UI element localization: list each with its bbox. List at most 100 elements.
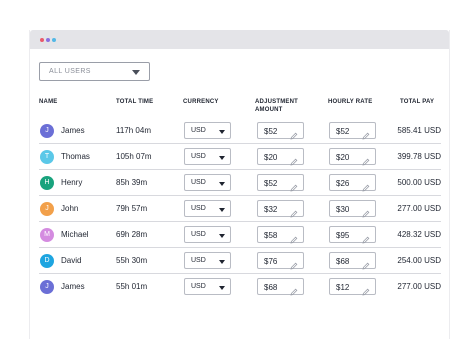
adjustment-amount-field[interactable]: $32 <box>257 200 304 218</box>
adjustment-amount-value: $52 <box>264 179 278 188</box>
total-time: 105h 07m <box>116 152 152 161</box>
currency-value: USD <box>191 257 206 264</box>
adjustment-amount-field[interactable]: $68 <box>257 278 304 296</box>
total-time: 55h 30m <box>116 256 148 265</box>
maximize-dot-icon[interactable] <box>52 38 56 42</box>
adjustment-amount-field[interactable]: $52 <box>257 122 304 140</box>
table-row: D David 55h 30m USD $76 $68 254.00 USD <box>39 248 441 274</box>
pencil-icon[interactable] <box>290 179 298 192</box>
currency-value: USD <box>191 153 206 160</box>
chevron-down-icon <box>219 208 225 212</box>
hourly-rate-field[interactable]: $95 <box>329 226 376 244</box>
total-pay: 277.00 USD <box>397 204 441 213</box>
adjustment-amount-field[interactable]: $76 <box>257 252 304 270</box>
total-pay: 500.00 USD <box>397 178 441 187</box>
hourly-rate-field[interactable]: $30 <box>329 200 376 218</box>
table-row: M Michael 69h 28m USD $58 $95 428.32 USD <box>39 222 441 248</box>
pencil-icon[interactable] <box>362 231 370 244</box>
avatar: J <box>40 124 54 138</box>
currency-value: USD <box>191 283 206 290</box>
pencil-icon[interactable] <box>362 179 370 192</box>
hourly-rate-value: $12 <box>336 283 350 292</box>
adjustment-amount-field[interactable]: $52 <box>257 174 304 192</box>
currency-select[interactable]: USD <box>184 122 231 139</box>
window-titlebar <box>30 30 449 49</box>
pencil-icon[interactable] <box>290 127 298 140</box>
user-name: David <box>61 256 82 265</box>
currency-select[interactable]: USD <box>184 200 231 217</box>
total-time: 85h 39m <box>116 178 148 187</box>
adjustment-amount-value: $20 <box>264 153 278 162</box>
pencil-icon[interactable] <box>290 283 298 296</box>
currency-select[interactable]: USD <box>184 148 231 165</box>
chevron-down-icon <box>219 130 225 134</box>
pencil-icon[interactable] <box>362 153 370 166</box>
adjustment-amount-value: $52 <box>264 127 278 136</box>
hourly-rate-value: $52 <box>336 127 350 136</box>
user-name: James <box>61 282 85 291</box>
total-pay: 277.00 USD <box>397 282 441 291</box>
header-total-time: TOTAL TIME <box>116 99 154 105</box>
total-time: 117h 04m <box>116 126 151 135</box>
hourly-rate-field[interactable]: $12 <box>329 278 376 296</box>
currency-select[interactable]: USD <box>184 226 231 243</box>
chevron-down-icon <box>219 286 225 290</box>
header-adjustment-line1: ADJUSTMENT <box>255 99 299 105</box>
hourly-rate-field[interactable]: $68 <box>329 252 376 270</box>
minimize-dot-icon[interactable] <box>46 38 50 42</box>
avatar: J <box>40 202 54 216</box>
hourly-rate-value: $26 <box>336 179 350 188</box>
currency-select[interactable]: USD <box>184 174 231 191</box>
hourly-rate-field[interactable]: $52 <box>329 122 376 140</box>
hourly-rate-value: $68 <box>336 257 350 266</box>
hourly-rate-value: $95 <box>336 231 350 240</box>
total-pay: 254.00 USD <box>397 256 441 265</box>
chevron-down-icon <box>219 182 225 186</box>
adjustment-amount-field[interactable]: $20 <box>257 148 304 166</box>
header-total-pay: TOTAL PAY <box>400 99 435 105</box>
avatar: T <box>40 150 54 164</box>
user-filter-value: ALL USERS <box>49 68 91 75</box>
pencil-icon[interactable] <box>290 257 298 270</box>
currency-value: USD <box>191 205 206 212</box>
pencil-icon[interactable] <box>362 257 370 270</box>
pencil-icon[interactable] <box>290 153 298 166</box>
user-name: Michael <box>61 230 89 239</box>
user-filter-select[interactable]: ALL USERS <box>39 62 150 81</box>
chevron-down-icon <box>219 260 225 264</box>
currency-value: USD <box>191 127 206 134</box>
pencil-icon[interactable] <box>290 231 298 244</box>
avatar: H <box>40 176 54 190</box>
pencil-icon[interactable] <box>290 205 298 218</box>
currency-select[interactable]: USD <box>184 278 231 295</box>
table-row: J James 117h 04m USD $52 $52 585.41 USD <box>39 118 441 144</box>
total-pay: 585.41 USD <box>397 126 441 135</box>
avatar: M <box>40 228 54 242</box>
chevron-down-icon <box>219 234 225 238</box>
table-row: J John 79h 57m USD $32 $30 277.00 USD <box>39 196 441 222</box>
avatar: D <box>40 254 54 268</box>
pencil-icon[interactable] <box>362 205 370 218</box>
total-time: 69h 28m <box>116 230 148 239</box>
user-name: James <box>61 126 85 135</box>
chevron-down-icon <box>132 70 140 75</box>
adjustment-amount-field[interactable]: $58 <box>257 226 304 244</box>
header-name: NAME <box>39 99 58 105</box>
app-window: ALL USERS NAME TOTAL TIME CURRENCY ADJUS… <box>29 30 450 339</box>
user-name: John <box>61 204 79 213</box>
header-currency: CURRENCY <box>183 99 219 105</box>
currency-select[interactable]: USD <box>184 252 231 269</box>
hourly-rate-value: $20 <box>336 153 350 162</box>
close-dot-icon[interactable] <box>40 38 44 42</box>
pencil-icon[interactable] <box>362 283 370 296</box>
hourly-rate-field[interactable]: $20 <box>329 148 376 166</box>
header-adjustment-line2: AMOUNT <box>255 107 283 113</box>
hourly-rate-field[interactable]: $26 <box>329 174 376 192</box>
adjustment-amount-value: $68 <box>264 283 278 292</box>
adjustment-amount-value: $76 <box>264 257 278 266</box>
user-name: Thomas <box>61 152 90 161</box>
total-pay: 428.32 USD <box>397 230 441 239</box>
currency-value: USD <box>191 231 206 238</box>
pencil-icon[interactable] <box>362 127 370 140</box>
avatar: J <box>40 280 54 294</box>
